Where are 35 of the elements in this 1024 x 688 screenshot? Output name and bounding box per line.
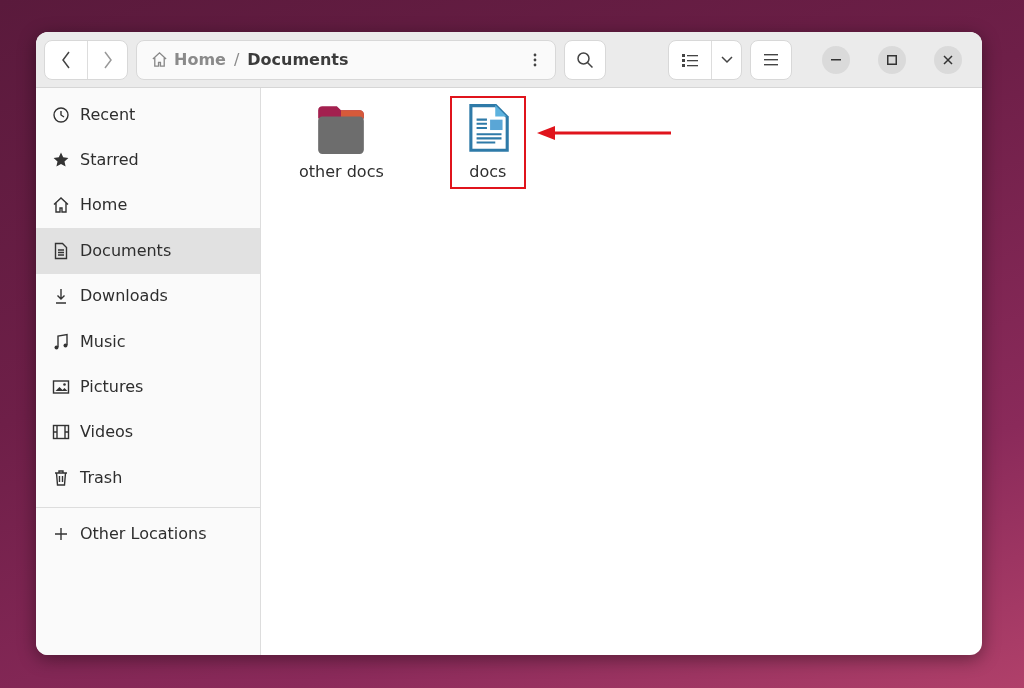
chevron-down-icon [720, 55, 733, 64]
maximize-button[interactable] [878, 45, 906, 74]
menu-icon [764, 53, 778, 66]
sidebar-item[interactable]: Other Locations [36, 511, 260, 557]
path-crumb[interactable]: Documents [247, 47, 349, 72]
path-separator: / [232, 48, 241, 71]
clock-icon [52, 105, 70, 124]
home-icon [151, 51, 168, 68]
sidebar-item[interactable]: Downloads [36, 273, 260, 319]
sidebar-item[interactable]: Documents [36, 228, 260, 274]
sidebar-item[interactable]: Home [36, 182, 260, 229]
close-button[interactable] [934, 45, 962, 74]
minimize-button[interactable] [822, 45, 850, 74]
sidebar-item[interactable]: Starred [36, 137, 260, 183]
sidebar-item[interactable]: Trash [36, 455, 260, 501]
back-icon [61, 50, 71, 69]
picture-icon [52, 378, 70, 397]
forward-icon [102, 50, 113, 69]
home-icon [52, 196, 70, 215]
film-icon [52, 423, 70, 442]
trash-icon [52, 468, 70, 487]
maximize-icon [887, 54, 897, 65]
file-item[interactable]: other docs [289, 96, 394, 189]
file-item[interactable]: docs [449, 96, 526, 189]
document-icon [52, 241, 70, 260]
close-icon [943, 54, 953, 65]
minimize-icon [831, 58, 841, 61]
list-view-icon [682, 52, 698, 67]
sidebar-item[interactable]: Music [36, 318, 260, 365]
kebab-icon [533, 52, 537, 67]
music-note-icon [52, 332, 70, 351]
search-icon [576, 50, 594, 69]
sidebar-item[interactable]: Recent [36, 92, 260, 138]
sidebar-item[interactable]: Pictures [36, 364, 260, 410]
sidebar-item[interactable]: Videos [36, 409, 260, 456]
